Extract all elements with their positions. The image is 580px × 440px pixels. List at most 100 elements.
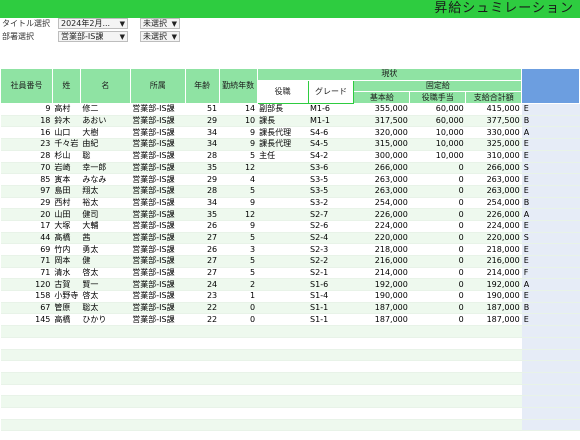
cell-last[interactable]: 岩崎 xyxy=(52,162,81,175)
cell-last[interactable]: 高村 xyxy=(52,103,81,116)
empty-cell[interactable] xyxy=(130,360,186,373)
empty-row[interactable] xyxy=(0,419,580,432)
cell-dept[interactable]: 営業部-IS課 xyxy=(130,162,186,175)
cell-years[interactable]: 14 xyxy=(219,103,258,116)
empty-cell[interactable] xyxy=(257,419,309,432)
empty-cell[interactable] xyxy=(308,372,354,385)
cell-age[interactable]: 22 xyxy=(185,313,220,327)
table-row[interactable]: 20 山田 健司 営業部-IS課 35 12 S2-7 226,000 0 226,000 A xyxy=(0,208,580,221)
empty-cell[interactable] xyxy=(130,325,186,338)
empty-cell[interactable] xyxy=(521,407,580,420)
empty-cell[interactable] xyxy=(185,384,220,397)
cell-last[interactable]: 小野寺 xyxy=(52,290,81,303)
empty-cell[interactable] xyxy=(130,349,186,362)
cell-grade[interactable]: S2-7 xyxy=(308,208,354,221)
cell-years[interactable]: 0 xyxy=(219,302,258,315)
cell-age[interactable]: 27 xyxy=(185,267,220,280)
header-total[interactable]: 支給合計額 xyxy=(465,91,523,105)
cell-id[interactable]: 9 xyxy=(0,103,53,116)
empty-cell[interactable] xyxy=(257,407,309,420)
cell-base[interactable]: 216,000 xyxy=(353,255,410,268)
empty-cell[interactable] xyxy=(219,419,258,432)
header-current[interactable]: 現状 xyxy=(256,68,523,81)
empty-cell[interactable] xyxy=(308,325,354,338)
cell-last[interactable]: 岡本 xyxy=(52,255,81,268)
table-row[interactable]: 9 高村 修二 営業部-IS課 51 14 副部長 M1-6 355,000 60,000 415,… xyxy=(0,103,580,116)
empty-cell[interactable] xyxy=(257,384,309,397)
cell-side[interactable]: E xyxy=(521,185,580,198)
cell-title[interactable] xyxy=(257,302,309,315)
cell-dept[interactable]: 営業部-IS課 xyxy=(130,197,186,210)
cell-total[interactable]: 218,000 xyxy=(465,243,522,256)
table-row[interactable]: 29 西村 裕太 営業部-IS課 34 9 S3-2 254,000 0 254,000 B xyxy=(0,197,580,210)
cell-base[interactable]: 317,500 xyxy=(353,115,410,128)
empty-cell[interactable] xyxy=(0,372,53,385)
cell-first[interactable]: 由紀 xyxy=(80,138,131,151)
empty-cell[interactable] xyxy=(219,395,258,408)
cell-last[interactable]: 寅本 xyxy=(52,173,81,186)
cell-total[interactable]: 325,000 xyxy=(465,138,522,151)
empty-cell[interactable] xyxy=(353,349,410,362)
cell-base[interactable]: 226,000 xyxy=(353,208,410,221)
dept-extra-select[interactable]: 未選択 ▼ xyxy=(140,31,180,42)
empty-cell[interactable] xyxy=(308,337,354,350)
cell-allowance[interactable]: 60,000 xyxy=(409,103,466,116)
cell-years[interactable]: 5 xyxy=(219,232,258,245)
cell-first[interactable]: 幸一郎 xyxy=(80,162,131,175)
cell-total[interactable]: 377,500 xyxy=(465,115,522,128)
cell-total[interactable]: 216,000 xyxy=(465,255,522,268)
cell-base[interactable]: 224,000 xyxy=(353,220,410,233)
empty-cell[interactable] xyxy=(409,349,466,362)
cell-id[interactable]: 120 xyxy=(0,278,53,292)
cell-grade[interactable]: S3-5 xyxy=(308,173,354,186)
cell-years[interactable]: 5 xyxy=(219,150,258,163)
cell-dept[interactable]: 営業部-IS課 xyxy=(130,150,186,163)
cell-title[interactable] xyxy=(257,162,309,175)
empty-row[interactable] xyxy=(0,395,580,408)
cell-dept[interactable]: 営業部-IS課 xyxy=(130,138,186,151)
cell-allowance[interactable]: 10,000 xyxy=(409,138,466,151)
cell-id[interactable]: 29 xyxy=(0,197,53,210)
empty-cell[interactable] xyxy=(257,360,309,373)
empty-cell[interactable] xyxy=(353,395,410,408)
cell-grade[interactable]: S4-6 xyxy=(308,126,354,140)
cell-id[interactable]: 70 xyxy=(0,162,53,175)
cell-last[interactable]: 清水 xyxy=(52,267,81,280)
empty-cell[interactable] xyxy=(219,407,258,420)
cell-first[interactable]: 賢一 xyxy=(80,278,131,292)
cell-id[interactable]: 69 xyxy=(0,243,53,256)
cell-first[interactable]: みなみ xyxy=(80,173,131,186)
empty-cell[interactable] xyxy=(353,419,410,432)
cell-id[interactable]: 20 xyxy=(0,208,53,221)
empty-cell[interactable] xyxy=(257,325,309,338)
cell-last[interactable]: 大塚 xyxy=(52,220,81,233)
empty-cell[interactable] xyxy=(521,349,580,362)
cell-total[interactable]: 187,000 xyxy=(465,313,522,327)
cell-age[interactable]: 27 xyxy=(185,255,220,268)
empty-cell[interactable] xyxy=(409,384,466,397)
cell-base[interactable]: 254,000 xyxy=(353,197,410,210)
empty-cell[interactable] xyxy=(521,360,580,373)
table-row[interactable]: 70 岩崎 幸一郎 営業部-IS課 35 12 S3-6 266,000 0 266,000 S xyxy=(0,162,580,175)
empty-cell[interactable] xyxy=(521,384,580,397)
empty-cell[interactable] xyxy=(0,325,53,338)
empty-cell[interactable] xyxy=(185,407,220,420)
cell-grade[interactable]: S4-5 xyxy=(308,138,354,151)
cell-allowance[interactable]: 0 xyxy=(409,208,466,221)
empty-cell[interactable] xyxy=(409,419,466,432)
header-fixed[interactable]: 固定給 xyxy=(353,79,523,93)
cell-grade[interactable]: S2-3 xyxy=(308,243,354,256)
header-id[interactable]: 社員番号 xyxy=(0,67,53,105)
cell-dept[interactable]: 営業部-IS課 xyxy=(130,208,186,221)
empty-cell[interactable] xyxy=(521,325,580,338)
table-row[interactable]: 120 古賀 賢一 営業部-IS課 24 2 S1-6 192,000 0 192,000 A xyxy=(0,278,580,292)
cell-years[interactable]: 12 xyxy=(219,208,258,221)
empty-cell[interactable] xyxy=(52,325,81,338)
empty-cell[interactable] xyxy=(409,395,466,408)
cell-age[interactable]: 34 xyxy=(185,126,220,140)
cell-years[interactable]: 2 xyxy=(219,278,258,292)
empty-cell[interactable] xyxy=(130,337,186,350)
cell-grade[interactable]: S3-6 xyxy=(308,162,354,175)
cell-age[interactable]: 51 xyxy=(185,103,220,116)
cell-side[interactable]: E xyxy=(521,313,580,327)
